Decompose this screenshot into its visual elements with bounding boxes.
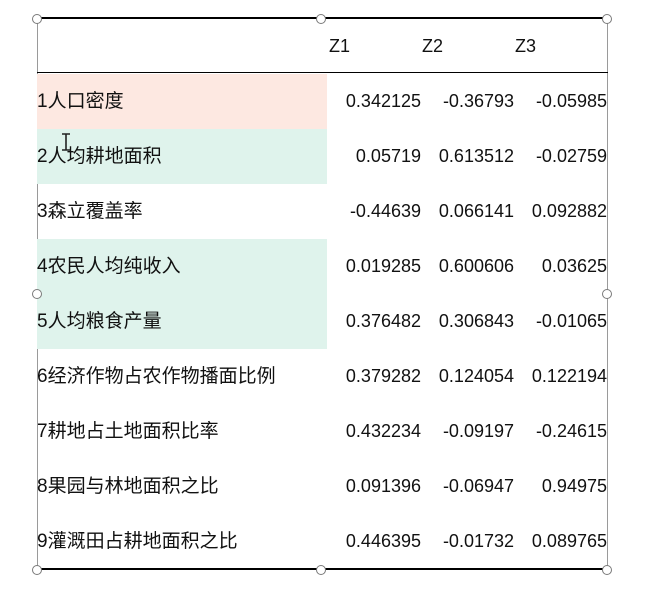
cell-z3[interactable]: 0.089765 (532, 514, 607, 569)
column-header-z2: Z2 (422, 36, 444, 56)
column-header-z1: Z1 (329, 36, 351, 56)
table-row[interactable]: 4农民人均纯收入 0.019285 0.600606 0.03625 (37, 239, 608, 294)
cell-z2[interactable]: -0.01732 (443, 514, 514, 569)
cell-z2[interactable]: 0.066141 (439, 184, 514, 239)
cell-z3[interactable]: -0.02759 (536, 129, 607, 184)
resize-handle-icon[interactable] (602, 565, 612, 575)
resize-handle-icon[interactable] (316, 565, 326, 575)
cell-z3[interactable]: -0.24615 (536, 404, 607, 459)
table-header-rule (37, 72, 608, 73)
cell-z2[interactable]: -0.36793 (443, 74, 514, 129)
cell-z2[interactable]: -0.06947 (443, 459, 514, 514)
cell-z1[interactable]: 0.05719 (356, 129, 421, 184)
cell-z3[interactable]: -0.01065 (536, 294, 607, 349)
row-label[interactable]: 5人均粮食产量 (37, 294, 162, 349)
table-row[interactable]: 3森立覆盖率 -0.44639 0.066141 0.092882 (37, 184, 608, 239)
resize-handle-icon[interactable] (602, 289, 612, 299)
table-row[interactable]: 8果园与林地面积之比 0.091396 -0.06947 0.94975 (37, 459, 608, 514)
row-label[interactable]: 4农民人均纯收入 (37, 239, 181, 294)
cell-z2[interactable]: 0.124054 (439, 349, 514, 404)
row-label[interactable]: 8果园与林地面积之比 (37, 459, 219, 514)
text-cursor-icon (62, 133, 70, 151)
cell-z3[interactable]: 0.092882 (532, 184, 607, 239)
cell-z2[interactable]: 0.613512 (439, 129, 514, 184)
cell-z3[interactable]: -0.05985 (536, 74, 607, 129)
row-label[interactable]: 7耕地占土地面积比率 (37, 404, 219, 459)
table-row[interactable]: 2人均耕地面积 0.05719 0.613512 -0.02759 (37, 129, 608, 184)
table-row[interactable]: 7耕地占土地面积比率 0.432234 -0.09197 -0.24615 (37, 404, 608, 459)
row-label[interactable]: 3森立覆盖率 (37, 184, 143, 239)
resize-handle-icon[interactable] (316, 14, 326, 24)
cell-z1[interactable]: 0.342125 (346, 74, 421, 129)
table-row[interactable]: 9灌溉田占耕地面积之比 0.446395 -0.01732 0.089765 (37, 514, 608, 569)
row-label[interactable]: 2人均耕地面积 (37, 129, 162, 184)
cell-z1[interactable]: 0.091396 (346, 459, 421, 514)
cell-z2[interactable]: 0.600606 (439, 239, 514, 294)
resize-handle-icon[interactable] (32, 14, 42, 24)
cell-z1[interactable]: 0.376482 (346, 294, 421, 349)
cell-z3[interactable]: 0.122194 (532, 349, 607, 404)
resize-handle-icon[interactable] (32, 289, 42, 299)
cell-z2[interactable]: -0.09197 (443, 404, 514, 459)
row-label[interactable]: 9灌溉田占耕地面积之比 (37, 514, 238, 569)
cell-z3[interactable]: 0.94975 (542, 459, 607, 514)
resize-handle-icon[interactable] (602, 14, 612, 24)
table-row[interactable]: 1人口密度 0.342125 -0.36793 -0.05985 (37, 74, 608, 129)
table-row[interactable]: 5人均粮食产量 0.376482 0.306843 -0.01065 (37, 294, 608, 349)
row-label[interactable]: 1人口密度 (37, 74, 124, 129)
cell-z1[interactable]: 0.379282 (346, 349, 421, 404)
cell-z1[interactable]: 0.019285 (346, 239, 421, 294)
cell-z1[interactable]: 0.446395 (346, 514, 421, 569)
cell-z1[interactable]: 0.432234 (346, 404, 421, 459)
table-row[interactable]: 6经济作物占农作物播面比例 0.379282 0.124054 0.122194 (37, 349, 608, 404)
cell-z1[interactable]: -0.44639 (350, 184, 421, 239)
cell-z3[interactable]: 0.03625 (542, 239, 607, 294)
cell-z2[interactable]: 0.306843 (439, 294, 514, 349)
row-label[interactable]: 6经济作物占农作物播面比例 (37, 349, 276, 404)
column-header-z3: Z3 (515, 36, 537, 56)
resize-handle-icon[interactable] (32, 565, 42, 575)
